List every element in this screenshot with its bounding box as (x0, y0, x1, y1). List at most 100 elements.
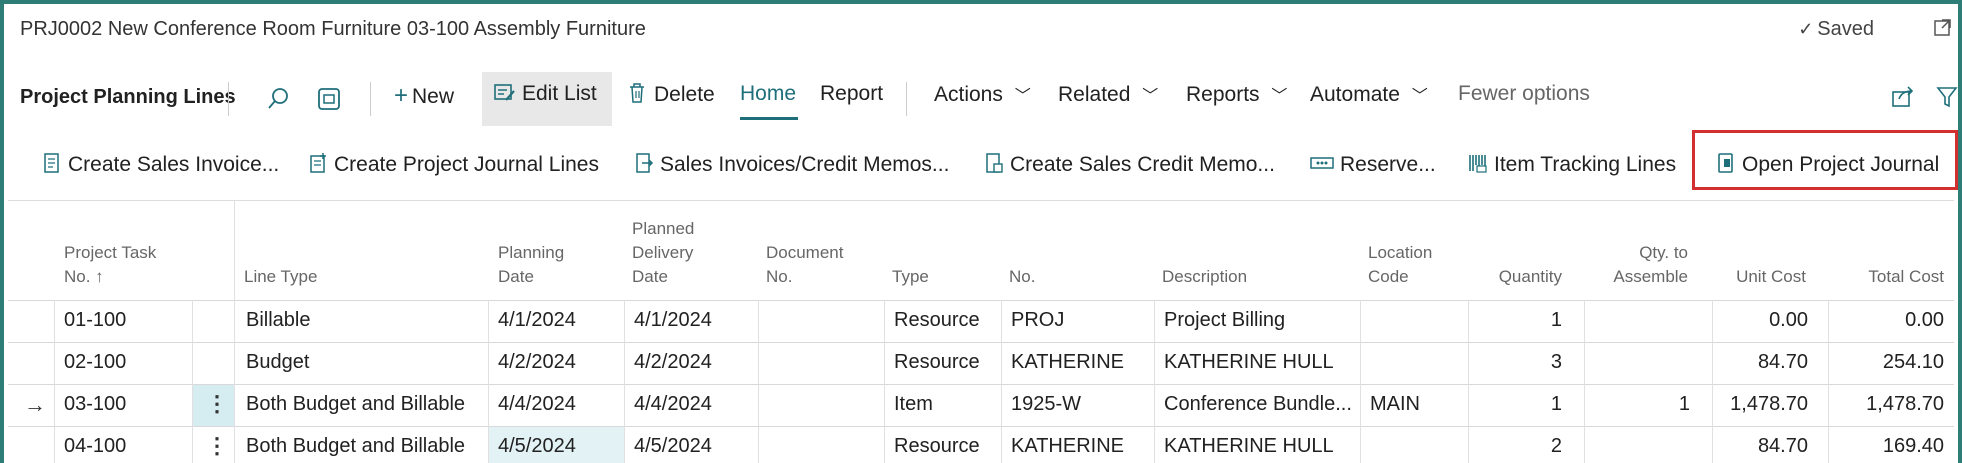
cell-delivery-date[interactable]: 4/1/2024 (634, 309, 712, 332)
tab-report[interactable]: Report (820, 82, 883, 106)
cell-description[interactable]: Conference Bundle... (1164, 393, 1352, 416)
column-divider (488, 300, 489, 463)
divider (228, 82, 229, 116)
row-menu-button[interactable]: ⋮ (206, 433, 228, 459)
column-divider (54, 300, 55, 463)
cell-unit-cost[interactable]: 84.70 (1712, 351, 1808, 374)
cell-line-type[interactable]: Budget (246, 351, 309, 374)
cell-total-cost[interactable]: 169.40 (1828, 435, 1944, 458)
current-row-arrow-icon: → (24, 392, 46, 417)
cell-delivery-date[interactable]: 4/2/2024 (634, 351, 712, 374)
new-button[interactable]: + New (394, 82, 454, 110)
header-divider (8, 300, 1954, 301)
sales-invoices-credit-memos-button[interactable]: Sales Invoices/Credit Memos... (634, 152, 949, 177)
column-header-unit-cost[interactable]: Unit Cost (1708, 265, 1806, 289)
cell-task-no[interactable]: 03-100 (64, 393, 126, 416)
create-sales-invoice-label: Create Sales Invoice... (68, 153, 280, 176)
reports-menu[interactable]: Reports ﹀ (1186, 82, 1287, 107)
cell-quantity[interactable]: 1 (1468, 393, 1562, 416)
cell-type[interactable]: Item (894, 393, 933, 416)
cell-delivery-date[interactable]: 4/4/2024 (634, 393, 712, 416)
create-sales-credit-memo-button[interactable]: Create Sales Credit Memo... (984, 152, 1275, 177)
create-sales-credit-memo-label: Create Sales Credit Memo... (1010, 153, 1275, 176)
cell-type[interactable]: Resource (894, 435, 980, 458)
saved-label: Saved (1817, 18, 1874, 40)
create-project-journal-lines-label: Create Project Journal Lines (334, 153, 599, 176)
cell-line-type[interactable]: Both Budget and Billable (246, 435, 465, 458)
column-header-qty-to-assemble[interactable]: Qty. to Assemble (1584, 241, 1688, 289)
reserve-icon (1310, 157, 1334, 169)
delete-button[interactable]: Delete (628, 82, 715, 107)
fewer-options-button[interactable]: Fewer options (1458, 82, 1590, 106)
cell-task-no[interactable]: 02-100 (64, 351, 126, 374)
cell-quantity[interactable]: 2 (1468, 435, 1562, 458)
plus-icon: + (394, 82, 409, 109)
filter-icon[interactable] (1936, 84, 1958, 110)
analysis-mode-icon[interactable] (316, 86, 342, 112)
documents-icon (636, 153, 654, 173)
barcode-icon (1469, 155, 1487, 173)
cell-total-cost[interactable]: 1,478.70 (1828, 393, 1944, 416)
column-header-planning-date[interactable]: Planning Date (498, 241, 564, 289)
cell-line-type[interactable]: Both Budget and Billable (246, 393, 465, 416)
cell-no[interactable]: PROJ (1011, 309, 1064, 332)
related-menu[interactable]: Related ﹀ (1058, 82, 1158, 107)
cell-quantity[interactable]: 3 (1468, 351, 1562, 374)
column-header-quantity[interactable]: Quantity (1468, 265, 1562, 289)
column-divider (884, 300, 885, 463)
cell-delivery-date[interactable]: 4/5/2024 (634, 435, 712, 458)
cell-description[interactable]: KATHERINE HULL (1164, 351, 1334, 374)
cell-planning-date[interactable]: 4/2/2024 (498, 351, 576, 374)
column-header-document-no[interactable]: Document No. (766, 241, 843, 289)
cell-type[interactable]: Resource (894, 309, 980, 332)
cell-task-no[interactable]: 04-100 (64, 435, 126, 458)
automate-menu[interactable]: Automate ﹀ (1310, 82, 1428, 107)
cell-unit-cost[interactable]: 84.70 (1712, 435, 1808, 458)
column-header-total-cost[interactable]: Total Cost (1828, 265, 1944, 289)
cell-description[interactable]: Project Billing (1164, 309, 1285, 332)
highlight-box (1692, 130, 1958, 190)
cell-no[interactable]: KATHERINE (1011, 435, 1124, 458)
cell-description[interactable]: KATHERINE HULL (1164, 435, 1334, 458)
item-tracking-lines-button[interactable]: Item Tracking Lines (1468, 152, 1676, 177)
column-header-type[interactable]: Type (892, 265, 929, 289)
window-frame: PRJ0002 New Conference Room Furniture 03… (0, 0, 1962, 463)
column-divider (234, 201, 235, 463)
column-header-line-type[interactable]: Line Type (244, 265, 317, 289)
column-header-no[interactable]: No. (1009, 265, 1035, 289)
cell-planning-date[interactable]: 4/4/2024 (498, 393, 576, 416)
actions-menu[interactable]: Actions ﹀ (934, 82, 1031, 107)
cell-location[interactable]: MAIN (1370, 393, 1420, 416)
open-in-new-window-icon[interactable] (1932, 16, 1954, 38)
search-icon[interactable] (266, 86, 292, 112)
row-menu-button[interactable]: ⋮ (206, 391, 228, 417)
create-project-journal-lines-button[interactable]: Create Project Journal Lines (308, 152, 599, 177)
cell-unit-cost[interactable]: 1,478.70 (1712, 393, 1808, 416)
create-sales-invoice-button[interactable]: Create Sales Invoice... (42, 152, 279, 177)
column-divider (1360, 300, 1361, 463)
tab-home[interactable]: Home (740, 82, 796, 106)
cell-unit-cost[interactable]: 0.00 (1712, 309, 1808, 332)
reserve-button[interactable]: Reserve... (1310, 152, 1436, 177)
edit-list-button[interactable]: Edit List (494, 82, 597, 106)
column-header-description[interactable]: Description (1162, 265, 1247, 289)
cell-line-type[interactable]: Billable (246, 309, 310, 332)
cell-no[interactable]: KATHERINE (1011, 351, 1124, 374)
column-header-task-no[interactable]: Project Task No. ↑ (64, 241, 156, 289)
column-header-location-code[interactable]: Location Code (1368, 241, 1432, 289)
chevron-down-icon: ﹀ (1142, 88, 1159, 105)
cell-total-cost[interactable]: 0.00 (1828, 309, 1944, 332)
cell-qty-assemble[interactable]: 1 (1584, 393, 1690, 416)
column-header-planned-delivery-date[interactable]: Planned Delivery Date (632, 217, 694, 289)
cell-no[interactable]: 1925-W (1011, 393, 1081, 416)
cell-planning-date[interactable]: 4/5/2024 (498, 435, 576, 458)
journal-lines-icon (310, 153, 326, 173)
cell-quantity[interactable]: 1 (1468, 309, 1562, 332)
cell-task-no[interactable]: 01-100 (64, 309, 126, 332)
cell-planning-date[interactable]: 4/1/2024 (498, 309, 576, 332)
new-label: New (412, 85, 455, 108)
cell-type[interactable]: Resource (894, 351, 980, 374)
delete-label: Delete (654, 83, 715, 106)
share-icon[interactable] (1890, 84, 1916, 110)
cell-total-cost[interactable]: 254.10 (1828, 351, 1944, 374)
